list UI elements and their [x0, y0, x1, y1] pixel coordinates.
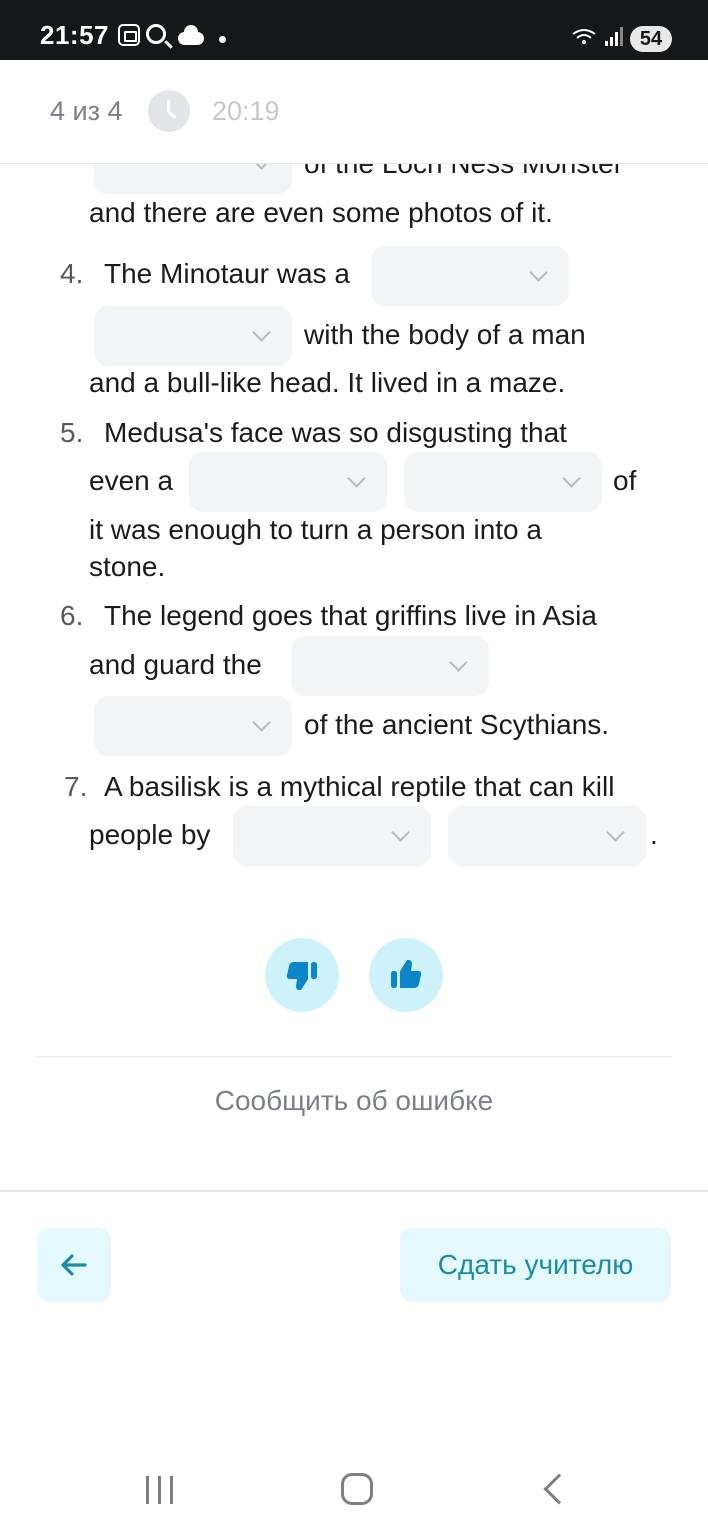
q6-number: 6.: [60, 600, 84, 631]
divider: [36, 1056, 672, 1057]
thumbs-down-button[interactable]: [265, 938, 339, 1012]
q5-number: 5.: [60, 417, 84, 448]
back-button[interactable]: [37, 1228, 111, 1302]
q7-text-c: .: [650, 819, 658, 850]
q7-dropdown-1[interactable]: [233, 806, 431, 866]
chevron-down-icon: [252, 323, 271, 342]
cloud-icon: [178, 25, 204, 45]
q3-text-top: of the Loch Ness Monster: [304, 164, 623, 180]
chevron-down-icon: [252, 713, 271, 732]
q6-dropdown-2[interactable]: [94, 696, 292, 756]
q4-text-a: The Minotaur was a: [104, 258, 350, 289]
q6-text-a: The legend goes that griffins live in As…: [104, 600, 597, 631]
chevron-down-icon: [391, 823, 410, 842]
q5-text-e: stone.: [89, 551, 166, 582]
thumbs-up-button[interactable]: [369, 938, 443, 1012]
q3-text-bottom: and there are even some photos of it.: [89, 197, 553, 228]
q4-number: 4.: [60, 258, 84, 289]
chevron-down-icon: [606, 823, 625, 842]
footer-divider: [0, 1190, 708, 1192]
exercise-content[interactable]: of the Loch Ness Monster and there are e…: [0, 164, 708, 1190]
status-bar: 21:57 54: [0, 0, 708, 60]
q5-text-a: Medusa's face was so disgusting that: [104, 417, 567, 448]
recent-apps-button[interactable]: [146, 1476, 174, 1504]
timer: 20:19: [212, 96, 280, 126]
thumbs-down-icon: [286, 962, 317, 990]
q6-dropdown-1[interactable]: [291, 636, 489, 696]
q4-dropdown-2[interactable]: [94, 306, 292, 366]
signal-icon: [605, 27, 623, 46]
q7-text-b: people by: [89, 819, 211, 850]
report-error-link[interactable]: Сообщить об ошибке: [0, 1085, 708, 1117]
q4-dropdown-1[interactable]: [371, 246, 569, 306]
chevron-down-icon: [562, 469, 581, 488]
battery-indicator: 54: [630, 26, 672, 52]
clock-icon: [148, 90, 190, 132]
q7-number: 7.: [64, 771, 88, 802]
search-icon: [146, 24, 166, 44]
q5-text-c: of: [613, 465, 637, 496]
notification-dot-icon: [219, 36, 226, 43]
q5-text-d: it was enough to turn a person into a: [89, 514, 542, 545]
q3-dropdown-2[interactable]: [94, 164, 292, 194]
chevron-down-icon: [347, 469, 366, 488]
thumbs-up-icon: [391, 960, 422, 988]
chevron-down-icon: [529, 263, 548, 282]
q7-dropdown-2[interactable]: [448, 806, 646, 866]
screenshot-icon: [118, 24, 140, 46]
submit-to-teacher-button[interactable]: Сдать учителю: [400, 1228, 671, 1302]
q5-dropdown-2[interactable]: [404, 452, 602, 512]
q4-text-b: with the body of a man: [304, 319, 586, 350]
q6-text-b: and guard the: [89, 649, 262, 680]
status-time: 21:57: [40, 20, 109, 50]
exercise-header: 4 из 4 20:19: [0, 60, 708, 164]
chevron-down-icon: [252, 164, 271, 170]
q7-text-a: A basilisk is a mythical reptile that ca…: [104, 771, 615, 802]
chevron-down-icon: [449, 653, 468, 672]
system-back-button[interactable]: [543, 1473, 575, 1505]
q5-dropdown-1[interactable]: [189, 452, 387, 512]
home-button[interactable]: [341, 1473, 373, 1505]
q6-text-c: of the ancient Scythians.: [304, 709, 610, 740]
q5-text-b: even a: [89, 465, 174, 496]
q4-text-c: and a bull-like head. It lived in a maze…: [89, 367, 566, 398]
arrow-left-icon: [61, 1254, 87, 1276]
wifi-icon: [572, 29, 596, 44]
page-counter: 4 из 4: [50, 96, 123, 126]
